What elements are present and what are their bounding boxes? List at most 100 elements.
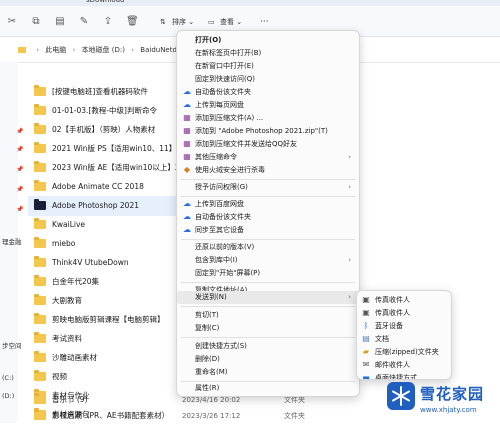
menu-item-label: 还原以前的版本(V) (195, 243, 255, 251)
menu-item-archive-qq[interactable]: ▦ 添加到压缩文件并发送给QQ好友 (177, 138, 359, 151)
chevron-right-icon: › (348, 183, 351, 191)
submenu-item-label: 传真收件人 (375, 309, 410, 317)
folder-icon (34, 256, 46, 267)
menu-item-restore-versions[interactable]: 还原以前的版本(V) (177, 241, 359, 254)
pin-icon: 📌 (16, 186, 24, 193)
delete-icon[interactable]: 🗑 (126, 16, 139, 28)
file-name: 影视后期（PR、AE书籍配套素材） (52, 411, 170, 420)
folder-icon (34, 180, 46, 191)
pin-icon: 📌 (16, 166, 24, 173)
folder-icon (34, 218, 46, 229)
menu-item-include-library[interactable]: 包含到库中(I) › (177, 254, 359, 267)
chevron-right-icon: › (348, 256, 351, 264)
pin-icon: 📌 (16, 128, 24, 135)
menu-item-add-zip[interactable]: ▦ 添加到 "Adobe Photoshop 2021.zip"(T) (177, 125, 359, 138)
file-name: 沙雕动画素材 (52, 353, 97, 362)
view-button[interactable]: ▭ 查看 ⌄ (208, 16, 242, 28)
file-name: miebo (52, 239, 76, 248)
baidu-cloud-icon: ☁ (183, 212, 191, 221)
breadcrumb-item[interactable]: 本地磁盘 (D:) (82, 46, 125, 54)
menu-item-grant-access[interactable]: 授予访问权限(G) › (177, 181, 359, 194)
menu-item-other-archive[interactable]: ▦ 其他压缩命令 › (177, 151, 359, 164)
sort-button[interactable]: ⇅ 排序 ⌄ (160, 16, 194, 28)
menu-item-delete[interactable]: 删除(D) (177, 353, 359, 366)
menu-item-copy[interactable]: 复制(C) (177, 322, 359, 335)
submenu-item-label: 压缩(zipped)文件夹 (375, 348, 439, 356)
nav-item[interactable]: (D:) (2, 392, 14, 400)
menu-item-rename[interactable]: 重命名(M) (177, 366, 359, 379)
nav-item[interactable]: 步空间 (2, 340, 22, 350)
submenu-item-mail[interactable]: ✉ 邮件收件人 (357, 359, 451, 372)
nav-item[interactable]: (C:) (2, 374, 14, 382)
menu-item-auto-backup-2[interactable]: ☁ 自动备份该文件夹 (177, 211, 359, 224)
file-name: 音乐节 (9) (52, 395, 88, 404)
shield-icon: ◆ (183, 165, 191, 174)
menu-item-open-new-tab[interactable]: 在新标签页中打开(B) (177, 47, 359, 60)
rename-icon[interactable]: ✎ (78, 16, 90, 28)
menu-item-upload-netdisk[interactable]: ☁ 上传到每页网盘 (177, 99, 359, 112)
nav-item[interactable]: 理金融 (2, 236, 22, 246)
menu-item-add-archive[interactable]: ▦ 添加到压缩文件(A) ... (177, 112, 359, 125)
menu-item-label: 剪切(T) (195, 311, 219, 319)
folder-icon (34, 370, 46, 381)
baidu-cloud-icon: ☁ (183, 100, 191, 109)
archive-icon: ▦ (183, 139, 191, 148)
document-icon: ▤ (362, 334, 370, 343)
menu-item-label: 自动备份该文件夹 (195, 213, 251, 221)
menu-item-label: 在新标签页中打开(B) (195, 49, 262, 57)
file-name: 白金年代20集 (52, 277, 100, 286)
baidu-cloud-icon: ☁ (183, 199, 191, 208)
menu-item-auto-backup[interactable]: ☁ 自动备份该文件夹 (177, 86, 359, 99)
more-button[interactable]: ··· (260, 16, 269, 28)
file-name: [按键电脑班]查看机器码软件 (52, 87, 148, 96)
submenu-item-fax[interactable]: ▣ 传真收件人 (357, 294, 451, 307)
menu-item-label: 自动备份该文件夹 (195, 88, 251, 96)
snowflake-logo-icon (387, 382, 415, 410)
file-name: 2023 Win版 AE【适用win10以上】23.0 (52, 163, 192, 172)
folder-icon (34, 393, 46, 404)
bluetooth-icon: ᛒ (363, 321, 369, 330)
file-date: 2023/3/26 17:12 (182, 412, 241, 420)
mail-icon: ✉ (362, 360, 370, 369)
breadcrumb-item[interactable]: 此电脑 (45, 46, 66, 54)
menu-item-create-shortcut[interactable]: 创建快捷方式(S) (177, 340, 359, 353)
menu-item-label: 在新窗口中打开(E) (195, 62, 254, 70)
menu-item-properties[interactable]: 属性(R) (177, 382, 359, 395)
file-name: Adobe Animate CC 2018 (52, 182, 144, 191)
menu-divider (181, 239, 355, 240)
submenu-item-fax[interactable]: ▣ 传真收件人 (357, 307, 451, 320)
menu-item-pin-start[interactable]: 固定到"开始"屏幕(P) (177, 267, 359, 280)
menu-item-upload-baidu[interactable]: ☁ 上传到百度网盘 (177, 198, 359, 211)
file-name: Adobe Photoshop 2021 (52, 201, 139, 210)
menu-item-open[interactable]: 打开(O) (177, 34, 359, 47)
zip-folder-icon: ▰ (362, 347, 370, 356)
menu-item-label: 使用火绒安全进行杀毒 (195, 166, 265, 174)
menu-item-label: 添加到 "Adobe Photoshop 2021.zip"(T) (195, 127, 328, 135)
menu-item-open-new-window[interactable]: 在新窗口中打开(E) (177, 60, 359, 73)
menu-item-sync-devices[interactable]: ☁ 同步至其它设备 (177, 224, 359, 237)
paste-icon[interactable]: ▤ (54, 16, 66, 28)
list-item[interactable]: 影视后期（PR、AE书籍配套素材） 2023/3/26 17:12 文件夹 (28, 408, 328, 423)
menu-item-pin-quick-access[interactable]: 固定到快速访问(Q) (177, 73, 359, 86)
menu-divider (181, 337, 355, 338)
menu-item-cut[interactable]: 剪切(T) (177, 309, 359, 322)
menu-item-antivirus[interactable]: ◆ 使用火绒安全进行杀毒 (177, 164, 359, 177)
copy-icon[interactable]: ⧉ (30, 16, 42, 28)
folder-icon (34, 351, 46, 362)
menu-item-label: 授予访问权限(G) (195, 183, 248, 191)
share-icon[interactable]: ⇪ (102, 16, 114, 28)
folder-icon (34, 161, 46, 172)
menu-item-label: 同步至其它设备 (195, 226, 244, 234)
chevron-right-icon: › (36, 46, 40, 54)
cut-icon[interactable]: ✂ (6, 16, 18, 28)
submenu-item-documents[interactable]: ▤ 文档 (357, 333, 451, 346)
submenu-item-zip[interactable]: ▰ 压缩(zipped)文件夹 (357, 346, 451, 359)
context-menu: 打开(O) 在新标签页中打开(B) 在新窗口中打开(E) 固定到快速访问(Q) … (176, 30, 360, 397)
submenu-item-bluetooth[interactable]: ᛒ 蓝牙设备 (357, 320, 451, 333)
file-name: 视频 (52, 372, 67, 381)
menu-item-send-to[interactable]: 发送到(N) › (177, 291, 359, 304)
sort-icon: ⇅ (160, 18, 166, 26)
menu-divider (181, 306, 355, 307)
submenu-item-label: 蓝牙设备 (375, 322, 403, 330)
fax-icon: ▣ (362, 308, 370, 317)
